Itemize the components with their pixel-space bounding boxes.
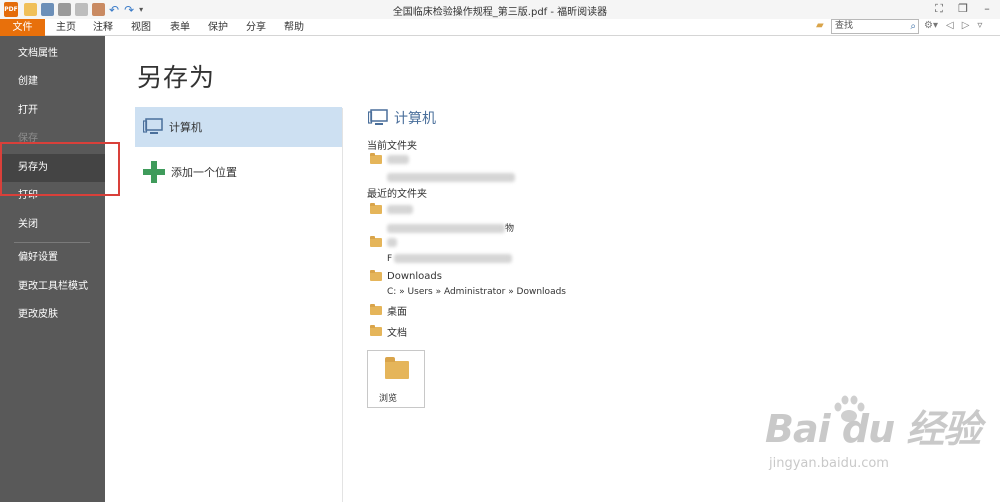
annotation-highlight-box [0, 142, 120, 196]
previous-icon[interactable]: ◁ [946, 20, 954, 31]
sidebar-item-toolbar-mode[interactable]: 更改工具栏模式 [0, 273, 105, 301]
search-placeholder: 查找 [835, 21, 854, 31]
settings-gear-icon[interactable]: ⚙▾ [924, 20, 938, 31]
redacted-path [394, 254, 513, 263]
tab-share[interactable]: 分享 [239, 19, 273, 36]
computer-icon [143, 118, 163, 134]
full-screen-icon[interactable]: ⛶ [932, 2, 946, 16]
redacted-path [387, 224, 505, 233]
watermark-url: jingyan.baidu.com [769, 456, 889, 471]
nav-tools: ⚙▾ ◁ ▷ ▿ [924, 20, 990, 31]
place-computer-label: 计算机 [169, 121, 202, 134]
sidebar-item-skin[interactable]: 更改皮肤 [0, 301, 105, 329]
recent-folder-path: 物 [387, 221, 514, 234]
browse-button[interactable]: 浏览 [367, 350, 425, 408]
current-folder-label: 当前文件夹 [367, 141, 417, 152]
folder-icon [370, 153, 382, 164]
restore-window-icon[interactable]: ❐ [956, 2, 970, 16]
panel-divider [342, 108, 343, 502]
minimize-icon[interactable]: – [980, 2, 994, 16]
tab-file[interactable]: 文件 [0, 19, 45, 36]
folder-icon [385, 357, 409, 379]
browse-label: 浏览 [378, 394, 397, 404]
redacted-folder-name [387, 205, 413, 214]
tab-comment[interactable]: 注释 [86, 19, 120, 36]
recent-folder-documents[interactable]: 文档 [370, 324, 407, 339]
sidebar-item-open[interactable]: 打开 [0, 97, 105, 125]
sidebar-divider [14, 242, 90, 243]
folder-name: 文档 [387, 328, 407, 339]
tab-form[interactable]: 表单 [163, 19, 197, 36]
recent-folders-label: 最近的文件夹 [367, 189, 427, 200]
search-icon[interactable]: ⌕ [910, 20, 916, 33]
redacted-folder-name [387, 155, 409, 164]
path-tail-text: 物 [505, 224, 515, 234]
current-folder-item[interactable] [370, 153, 409, 164]
folder-icon [370, 203, 382, 214]
window-controls: ⛶ ❐ – [922, 2, 994, 16]
next-icon[interactable]: ▷ [962, 20, 970, 31]
page-title: 另存为 [137, 63, 216, 92]
computer-header: 计算机 [368, 108, 436, 128]
tab-help[interactable]: 帮助 [277, 19, 311, 36]
tab-home[interactable]: 主页 [49, 19, 83, 36]
title-bar: PDF ↶ ↷ ▾ 全国临床检验操作规程_第三版.pdf - 福昕阅读器 ⛶ ❐… [0, 0, 1000, 19]
recent-folder-downloads[interactable]: Downloads [370, 270, 442, 282]
recent-folder-path: F [387, 254, 513, 264]
file-backstage-sidebar: 文档属性 创建 打开 保存 另存为 打印 关闭 偏好设置 更改工具栏模式 更改皮… [0, 36, 105, 502]
watermark-brand: Bai du 经验 [765, 407, 981, 451]
downloads-path: C: » Users » Administrator » Downloads [387, 287, 566, 297]
add-icon [143, 161, 165, 183]
place-computer[interactable]: 计算机 [135, 107, 342, 147]
current-folder-path [387, 173, 515, 183]
search-input[interactable]: 查找 ⌕ [831, 19, 919, 34]
folder-icon [370, 270, 382, 281]
folder-icon [370, 325, 382, 336]
tab-view[interactable]: 视图 [124, 19, 158, 36]
path-prefix-text: F [387, 254, 393, 264]
folder-icon [370, 236, 382, 247]
folder-name: 桌面 [387, 307, 407, 318]
tab-protect[interactable]: 保护 [201, 19, 235, 36]
redacted-path [387, 173, 515, 182]
sidebar-item-properties[interactable]: 文档属性 [0, 40, 105, 68]
recent-folder-item[interactable] [370, 236, 397, 247]
computer-icon [368, 109, 388, 125]
expand-icon[interactable]: ▿ [977, 20, 982, 31]
computer-header-label: 计算机 [394, 111, 436, 127]
place-add-location[interactable]: 添加一个位置 [135, 152, 342, 192]
recent-folder-desktop[interactable]: 桌面 [370, 303, 407, 318]
recent-folder-item[interactable] [370, 203, 413, 214]
redacted-folder-name [387, 238, 397, 247]
window-title: 全国临床检验操作规程_第三版.pdf - 福昕阅读器 [392, 7, 608, 18]
folder-search-icon[interactable]: ▰ [816, 20, 832, 31]
watermark: Bai du 经验 jingyan.baidu.com [765, 398, 981, 471]
place-add-location-label: 添加一个位置 [171, 166, 237, 179]
folder-name: Downloads [387, 271, 442, 282]
sidebar-item-close[interactable]: 关闭 [0, 211, 105, 239]
sidebar-item-preferences[interactable]: 偏好设置 [0, 244, 105, 272]
folder-icon [370, 304, 382, 315]
sidebar-item-create[interactable]: 创建 [0, 68, 105, 96]
